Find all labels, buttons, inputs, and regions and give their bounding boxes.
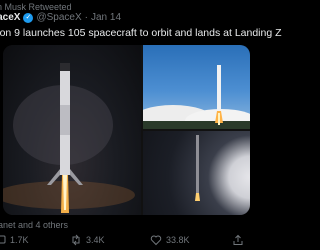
retweet-count: 3.4K xyxy=(86,235,105,245)
retweeted-by-label[interactable]: on Musk Retweeted xyxy=(0,2,72,12)
retweet-icon xyxy=(70,234,82,246)
retweet-button[interactable]: 3.4K xyxy=(70,234,105,246)
author-handle[interactable]: @SpaceX xyxy=(36,12,81,23)
photo-rocket-landing[interactable] xyxy=(3,45,141,215)
verified-badge-icon: ✓ xyxy=(23,12,34,23)
tweet-header: paceX ✓ @SpaceX · Jan 14 xyxy=(0,12,121,23)
photo-rocket-liftoff[interactable] xyxy=(143,45,250,129)
reply-button[interactable]: 1.7K xyxy=(0,234,29,246)
tweet-media-grid xyxy=(3,45,250,215)
reply-count: 1.7K xyxy=(10,235,29,245)
photo-rocket-moon[interactable] xyxy=(143,131,250,215)
like-count: 33.8K xyxy=(166,235,190,245)
author-name[interactable]: paceX xyxy=(0,12,20,23)
reply-icon xyxy=(0,234,6,246)
separator-dot: · xyxy=(84,12,88,23)
share-icon xyxy=(232,234,244,246)
like-button[interactable]: 33.8K xyxy=(150,234,190,246)
tweet-date[interactable]: Jan 14 xyxy=(91,12,121,23)
share-button[interactable] xyxy=(232,234,244,246)
like-icon xyxy=(150,234,162,246)
tweet-text: lcon 9 launches 105 spacecraft to orbit … xyxy=(0,27,282,39)
liked-by-text[interactable]: anet and 4 others xyxy=(0,220,68,230)
tweet-actions: 1.7K 3.4K 33.8K xyxy=(0,234,250,248)
